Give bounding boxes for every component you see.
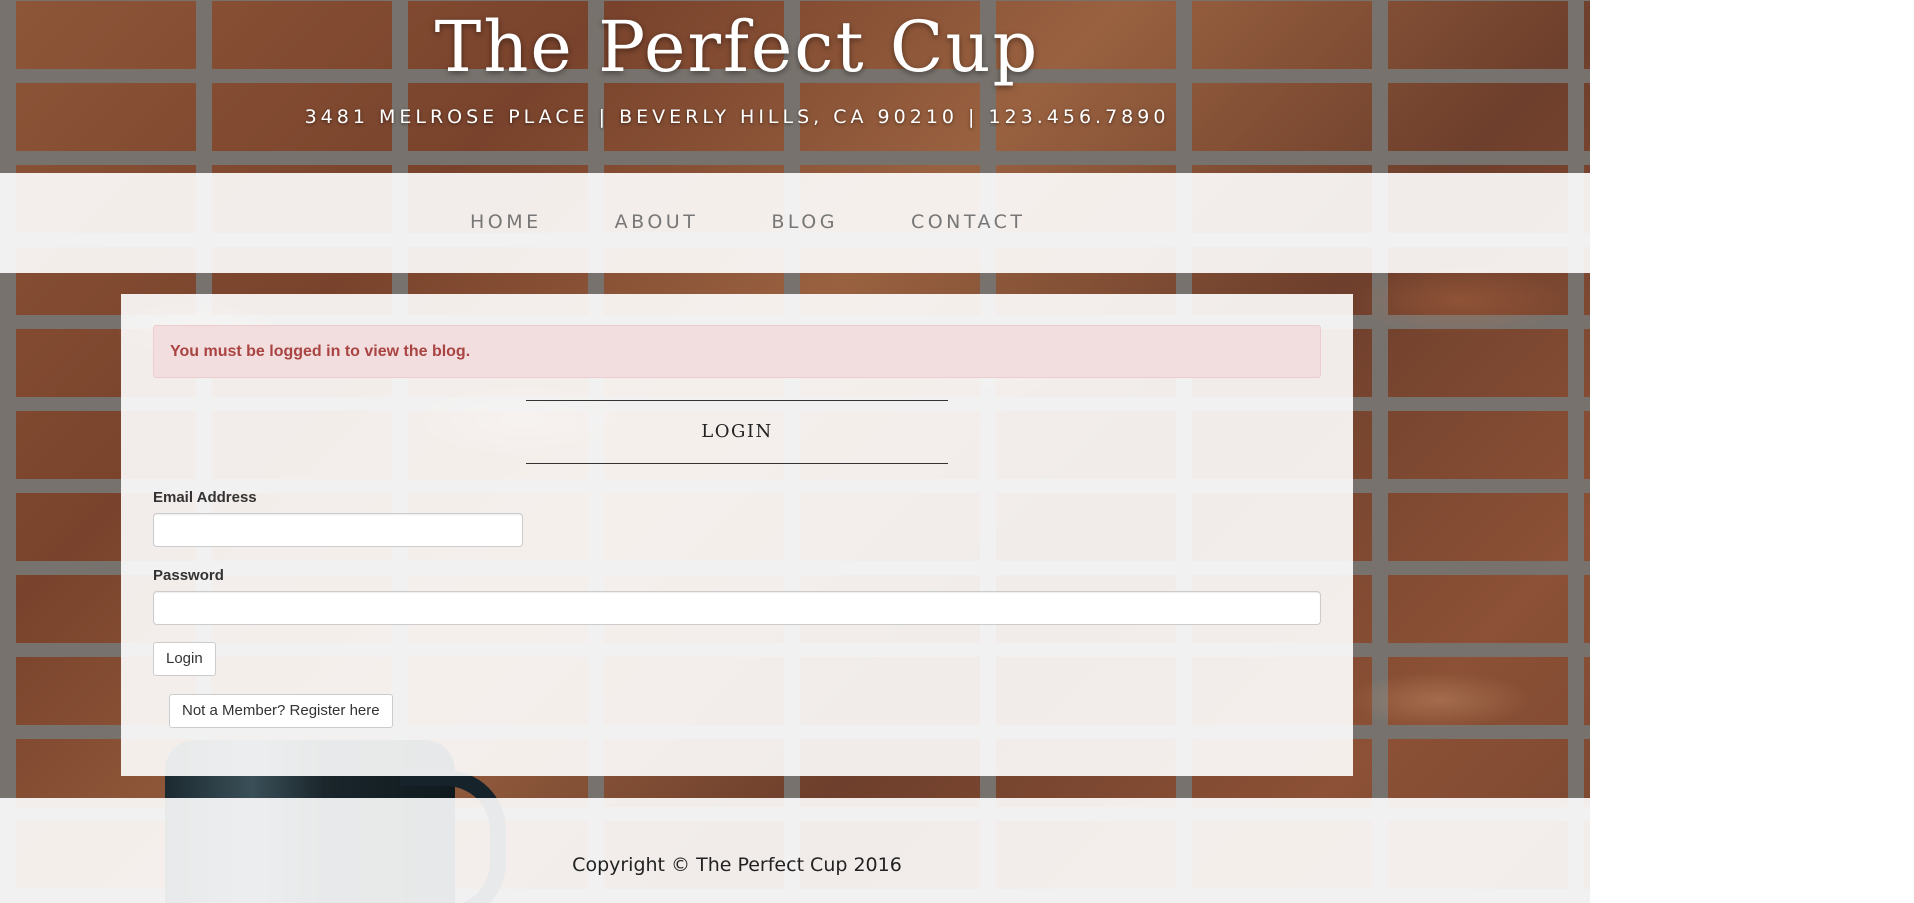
nav-item-contact[interactable]: CONTACT xyxy=(911,211,1026,233)
nav-item-about[interactable]: ABOUT xyxy=(615,211,699,233)
address-bar: 3481 MELROSE PLACE | BEVERLY HILLS, CA 9… xyxy=(304,106,1170,128)
nav-list: HOME ABOUT BLOG CONTACT xyxy=(470,211,1099,233)
email-label: Email Address xyxy=(153,489,257,506)
brand-title: The Perfect Cup xyxy=(434,6,1040,88)
copyright-text: Copyright © The Perfect Cup 2016 xyxy=(572,854,902,876)
site-header: The Perfect Cup 3481 MELROSE PLACE | BEV… xyxy=(0,0,1590,173)
login-heading: LOGIN xyxy=(526,400,948,464)
login-panel: You must be logged in to view the blog. … xyxy=(121,294,1353,776)
password-label: Password xyxy=(153,567,224,584)
nav-item-blog[interactable]: BLOG xyxy=(771,211,838,233)
login-required-alert: You must be logged in to view the blog. xyxy=(153,325,1321,378)
blank-page-area xyxy=(1590,0,1914,903)
register-button[interactable]: Not a Member? Register here xyxy=(169,694,393,728)
site-footer: Copyright © The Perfect Cup 2016 xyxy=(0,798,1590,903)
main-nav: HOME ABOUT BLOG CONTACT xyxy=(0,173,1590,273)
password-field[interactable] xyxy=(153,591,1321,625)
email-field[interactable] xyxy=(153,513,523,547)
login-button[interactable]: Login xyxy=(153,642,216,676)
nav-item-home[interactable]: HOME xyxy=(470,211,542,233)
site-background: The Perfect Cup 3481 MELROSE PLACE | BEV… xyxy=(0,0,1590,903)
